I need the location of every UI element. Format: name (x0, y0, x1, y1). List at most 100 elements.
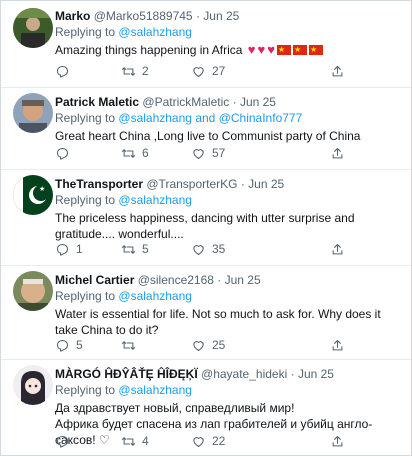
avatar[interactable]: ★ (13, 175, 53, 215)
separator-dot: · (290, 367, 295, 381)
replying-to-label: Replying to (55, 193, 116, 207)
tweet-actions: 2 27 (55, 63, 355, 79)
avatar[interactable] (13, 365, 53, 405)
retweet-button[interactable]: 4 (121, 433, 149, 449)
tweet-text: Great heart China ,Long live to Communis… (55, 129, 361, 143)
like-button[interactable]: 27 (191, 63, 225, 79)
retweet-icon (122, 436, 135, 446)
replying-to-label: Replying to (55, 383, 116, 397)
reply-count: 5 (76, 338, 83, 352)
share-button[interactable] (330, 63, 345, 79)
reply-mention-link[interactable]: @salahzhang (118, 111, 192, 125)
share-icon (332, 147, 343, 158)
retweet-count: 2 (142, 64, 149, 78)
china-flag-emoji-icon (292, 42, 307, 58)
share-icon (332, 65, 343, 76)
tweet-date[interactable]: Jun 25 (203, 9, 239, 23)
share-icon (332, 339, 343, 350)
avatar[interactable] (13, 93, 53, 133)
reply-mention-link[interactable]: @ChinaInfo777 (219, 111, 303, 125)
retweet-icon (122, 66, 135, 76)
reply-button[interactable]: 5 (55, 337, 83, 353)
user-handle[interactable]: @TransporterKG (146, 177, 237, 191)
retweet-button[interactable]: 2 (121, 63, 149, 79)
reply-mention-link[interactable]: @salahzhang (118, 383, 192, 397)
like-count: 27 (212, 64, 226, 78)
tweet-actions: 4 22 (55, 433, 355, 449)
retweet-button[interactable] (121, 337, 142, 353)
red-heart-emoji-icon: ♥ (247, 42, 256, 57)
replying-to: Replying to @salahzhang (55, 289, 403, 304)
user-handle[interactable]: @hayate_hideki (201, 367, 287, 381)
retweet-count: 4 (142, 434, 149, 448)
tweet[interactable]: Marko @Marko51889745 · Jun 25 Replying t… (1, 1, 411, 88)
replying-to: Replying to @salahzhang and @ChinaInfo77… (55, 111, 403, 126)
like-button[interactable]: 22 (191, 433, 225, 449)
reply-button[interactable] (55, 145, 76, 161)
like-count: 22 (212, 434, 226, 448)
display-name[interactable]: MÀRGÓ ĤĐŶÂŤȨ ĤÎĐĘĶÏ (55, 367, 198, 381)
avatar[interactable] (13, 271, 53, 311)
reply-button[interactable]: 1 (55, 241, 83, 257)
replying-to: Replying to @salahzhang (55, 25, 403, 40)
display-name[interactable]: Patrick Maletic (55, 95, 139, 109)
tweet-header: Michel Cartier @silence2168 · Jun 25 (55, 273, 403, 287)
share-button[interactable] (330, 145, 345, 161)
tweet[interactable]: Michel Cartier @silence2168 · Jun 25 Rep… (1, 265, 411, 360)
tweet-replies-panel: Marko @Marko51889745 · Jun 25 Replying t… (0, 0, 412, 456)
reply-mention-link[interactable]: @salahzhang (118, 25, 192, 39)
user-handle[interactable]: @Marko51889745 (94, 9, 193, 23)
separator-dot: · (195, 9, 200, 23)
reply-mention-link[interactable]: @salahzhang (118, 289, 192, 303)
retweet-button[interactable]: 5 (121, 241, 149, 257)
retweet-button[interactable]: 6 (121, 145, 149, 161)
like-button[interactable]: 25 (191, 337, 225, 353)
share-icon (332, 243, 343, 254)
separator-dot: · (240, 177, 245, 191)
share-button[interactable] (330, 241, 345, 257)
reply-button[interactable] (55, 63, 76, 79)
display-name[interactable]: TheTransporter (55, 177, 143, 191)
tweet-actions: 5 25 (55, 337, 355, 353)
tweet[interactable]: Patrick Maletic @PatrickMaletic · Jun 25… (1, 87, 411, 170)
separator-dot: · (232, 95, 237, 109)
tweet-text: Water is essential for life. Not so much… (55, 307, 381, 337)
like-icon (193, 340, 204, 351)
reply-icon (56, 339, 69, 352)
tweet-date[interactable]: Jun 25 (225, 273, 261, 287)
like-count: 57 (212, 146, 226, 160)
tweet-date[interactable]: Jun 25 (298, 367, 334, 381)
share-button[interactable] (330, 433, 345, 449)
china-flag-emoji-icon (308, 42, 323, 58)
red-heart-emoji-icon: ♥ (267, 42, 275, 57)
user-handle[interactable]: @PatrickMaletic (142, 95, 229, 109)
tweet[interactable]: MÀRGÓ ĤĐŶÂŤȨ ĤÎĐĘĶÏ @hayate_hideki · Jun… (1, 359, 411, 455)
like-count: 35 (212, 242, 226, 256)
tweet-date[interactable]: Jun 25 (240, 95, 276, 109)
reply-icon (56, 435, 69, 448)
reply-and-label: and (195, 111, 216, 125)
tweet-header: TheTransporter @TransporterKG · Jun 25 (55, 177, 403, 191)
share-button[interactable] (330, 337, 345, 353)
like-icon (193, 66, 204, 77)
tweet-header: Marko @Marko51889745 · Jun 25 (55, 9, 403, 23)
display-name[interactable]: Marko (55, 9, 90, 23)
avatar[interactable] (13, 8, 53, 48)
display-name[interactable]: Michel Cartier (55, 273, 134, 287)
tweet-text: Amazing things happening in Africa ♥ ♥ ♥ (55, 42, 403, 58)
reply-count: 1 (76, 242, 83, 256)
tweet-header: Patrick Maletic @PatrickMaletic · Jun 25 (55, 95, 403, 109)
like-button[interactable]: 35 (191, 241, 225, 257)
reply-mention-link[interactable]: @salahzhang (118, 193, 192, 207)
reply-button[interactable] (55, 433, 76, 449)
like-icon (193, 148, 204, 159)
replying-to-label: Replying to (55, 25, 116, 39)
like-button[interactable]: 57 (191, 145, 225, 161)
tweet[interactable]: ★ TheTransporter @TransporterKG · Jun 25… (1, 169, 411, 266)
user-handle[interactable]: @silence2168 (138, 273, 214, 287)
red-heart-emoji-icon: ♥ (257, 42, 266, 57)
tweet-date[interactable]: Jun 25 (248, 177, 284, 191)
like-icon (193, 436, 204, 447)
tweet-text: The priceless happiness, dancing with ut… (55, 211, 355, 241)
retweet-icon (122, 148, 135, 158)
